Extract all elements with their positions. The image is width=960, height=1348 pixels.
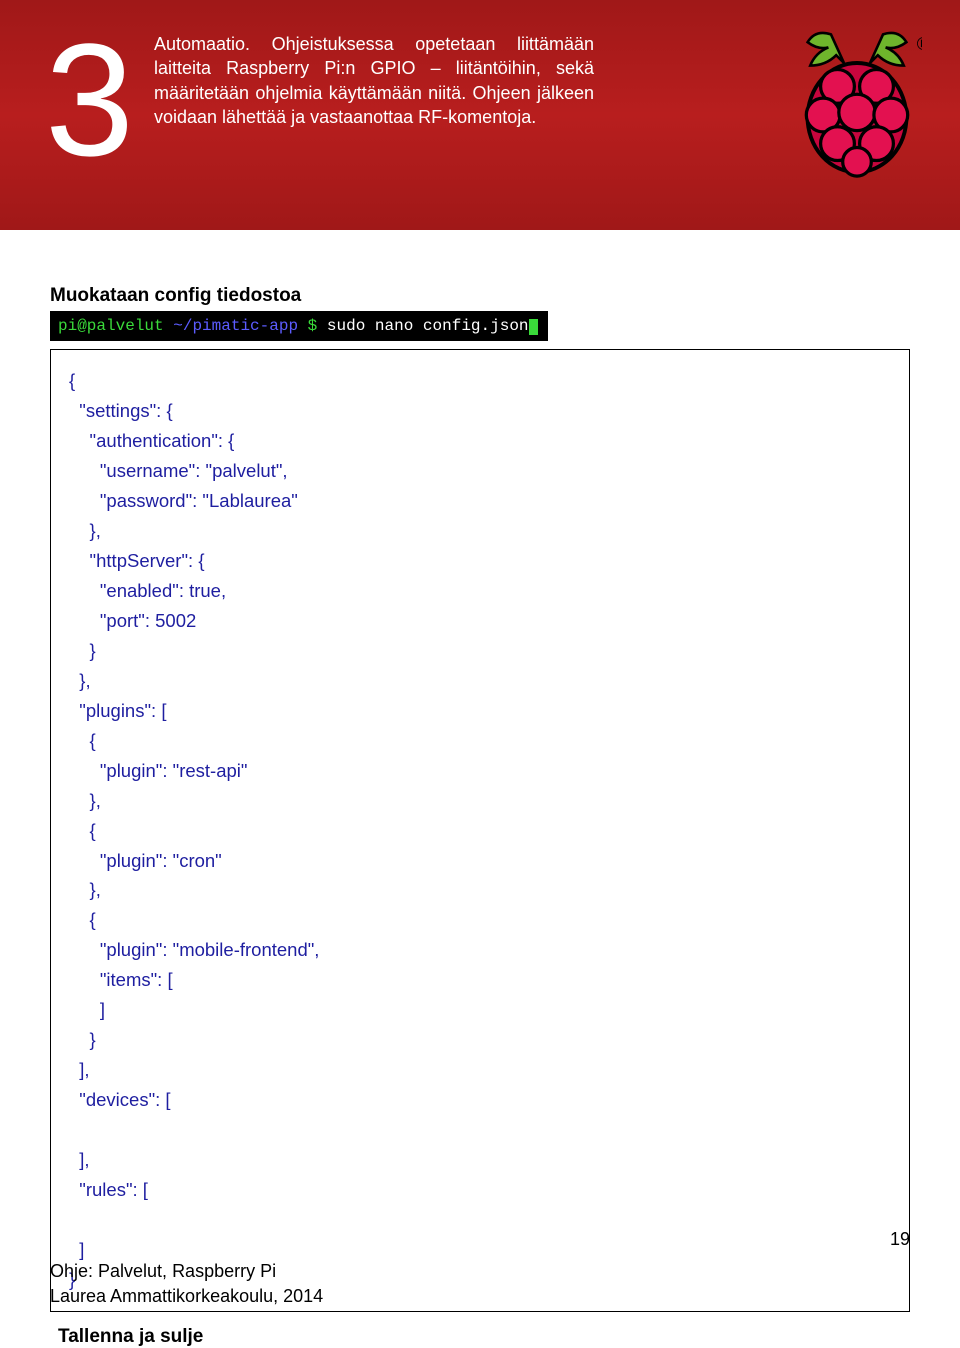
terminal-line: pi@palvelut ~/pimatic-app $ sudo nano co…	[50, 311, 548, 341]
terminal-path: ~/pimatic-app	[173, 317, 298, 335]
cursor-icon	[529, 319, 538, 335]
header-banner: 3 Automaatio. Ohjeistuksessa opetetaan l…	[0, 0, 960, 230]
trademark-symbol: ®	[917, 34, 922, 54]
config-code-block: { "settings": { "authentication": { "use…	[50, 349, 910, 1312]
terminal-dollar: $	[308, 317, 318, 335]
raspberry-pi-logo: ®	[792, 22, 922, 182]
terminal-command: sudo nano config.json	[327, 317, 529, 335]
terminal-user: pi@palvelut	[58, 317, 164, 335]
footer-line-1: Ohje: Palvelut, Raspberry Pi	[50, 1259, 323, 1283]
main-content: Muokataan config tiedostoa pi@palvelut ~…	[0, 230, 960, 1348]
section-title: Muokataan config tiedostoa	[50, 285, 910, 307]
footer-block: Ohje: Palvelut, Raspberry Pi Laurea Amma…	[50, 1259, 323, 1308]
footer-line-2: Laurea Ammattikorkeakoulu, 2014	[50, 1284, 323, 1308]
page-number: 19	[890, 1229, 910, 1250]
header-description: Automaatio. Ohjeistuksessa opetetaan lii…	[154, 32, 594, 129]
chapter-number: 3	[45, 28, 134, 172]
footer-section-title: Tallenna ja sulje	[58, 1326, 910, 1348]
